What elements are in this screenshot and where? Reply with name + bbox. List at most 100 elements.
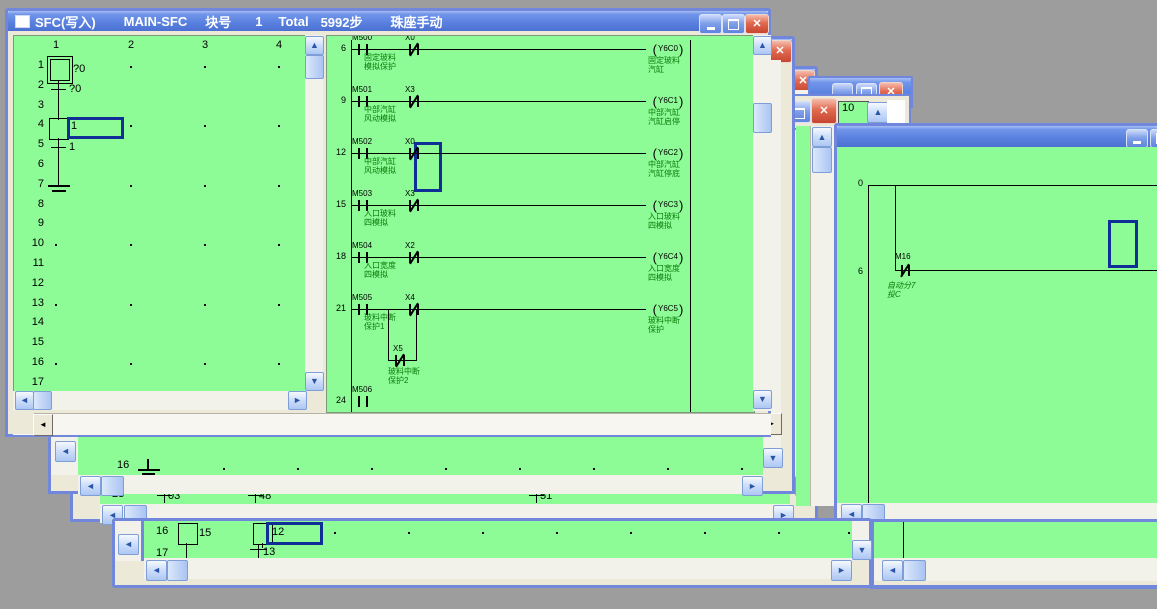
window6-hscrollbar-thumb[interactable]: [167, 560, 188, 581]
window-title-steps: 5992步: [321, 12, 363, 31]
grid-dot: [556, 532, 558, 534]
contact[interactable]: [407, 147, 422, 160]
sfc-hscrollbar-thumb[interactable]: [33, 391, 52, 410]
sfc-chart-pane: ?0 ?0 1 1 12341234567891011121314151617: [13, 35, 306, 393]
sfc-row-number: 8: [28, 199, 44, 210]
window5-vscrollbar-thumb[interactable]: [812, 147, 832, 173]
coil[interactable]: (Y6C0): [646, 41, 690, 57]
contact-label: X0: [405, 35, 415, 42]
spinner-up-button[interactable]: ▲: [867, 102, 889, 123]
contact-label: M503: [352, 190, 372, 198]
window6-scroll-down-button[interactable]: ▼: [852, 540, 872, 560]
sfc-column-header: 3: [202, 40, 208, 51]
ladder-vscrollbar-thumb[interactable]: [753, 103, 772, 133]
main-titlebar[interactable]: SFC(写入) MAIN-SFC 块号 1 Total 5992步 珠座手动: [8, 11, 768, 31]
block-number-spinbox[interactable]: 10: [838, 101, 869, 124]
sfc-transition-tick[interactable]: [51, 147, 66, 148]
scroll-up-icon: ▲: [758, 41, 767, 50]
sfc-step[interactable]: [178, 523, 198, 545]
grid-dot: [278, 304, 280, 306]
main-close-button[interactable]: ✕: [745, 14, 769, 34]
device-comment: 玻料中断 保护1: [364, 313, 396, 331]
window5-close-button[interactable]: ✕: [811, 98, 837, 124]
coil[interactable]: (Y6C3): [646, 197, 690, 213]
coil[interactable]: (Y6C1): [646, 93, 690, 109]
sfc-column-header: 2: [128, 40, 134, 51]
grid-dot: [408, 532, 410, 534]
ladder-vscrollbar-track[interactable]: [753, 35, 771, 411]
contact[interactable]: [356, 395, 371, 408]
main-scroll-left-button[interactable]: ◄: [33, 414, 53, 436]
main-hscrollbar-gutter: [13, 413, 34, 434]
window7-scroll-left-button[interactable]: ◄: [882, 560, 903, 581]
sfc-scroll-right-button[interactable]: ►: [288, 391, 307, 410]
ladder-scroll-down-button[interactable]: ▼: [753, 390, 772, 409]
zoom-hscrollbar-track[interactable]: [837, 503, 1157, 522]
window2-scroll-left-button[interactable]: ◄: [80, 476, 101, 496]
device-comment: 入口玻料 四模拟: [648, 212, 680, 230]
sfc-transition-tick[interactable]: [51, 89, 66, 90]
window2-scroll-right-button[interactable]: ►: [742, 476, 763, 496]
contact-label: M502: [352, 138, 372, 146]
contact-label: X3: [405, 86, 415, 94]
sfc-row-number: 1: [28, 60, 44, 71]
main-maximize-button[interactable]: [722, 14, 745, 34]
sfc-vscrollbar-track[interactable]: [305, 35, 323, 391]
ladder-left-rail: [351, 40, 352, 412]
window-title-app: SFC(写入): [35, 12, 96, 31]
window2-hscrollbar-track[interactable]: [78, 475, 763, 494]
contact-bar: [358, 148, 360, 159]
scroll-up-icon: ▲: [310, 41, 319, 50]
contact-label: X4: [405, 294, 415, 302]
window5-scroll-up-button[interactable]: ▲: [812, 127, 832, 147]
main-minimize-button[interactable]: [699, 14, 722, 34]
window5-vscrollbar-track[interactable]: [810, 126, 834, 506]
sfc-scroll-down-button[interactable]: ▼: [305, 372, 324, 391]
grid-dot: [204, 66, 206, 68]
window-zoom-titlebar[interactable]: [837, 126, 1157, 147]
window6-hscrollbar-track[interactable]: [144, 558, 852, 579]
coil[interactable]: (Y6C2): [646, 145, 690, 161]
window2-hscrollbar-thumb[interactable]: [101, 476, 124, 496]
contact-label: M501: [352, 86, 372, 94]
zoom-minimize-button[interactable]: [1126, 129, 1148, 148]
rung-number: 0: [858, 179, 863, 188]
coil[interactable]: (Y6C4): [646, 249, 690, 265]
sfc-row-number: 6: [28, 159, 44, 170]
sfc-hscrollbar-track[interactable]: [13, 391, 305, 410]
contact[interactable]: [393, 354, 408, 367]
sfc-scroll-up-button[interactable]: ▲: [305, 36, 324, 55]
window6-pane-scroll-left-button[interactable]: ◄: [118, 534, 139, 555]
sfc-initial-step[interactable]: [50, 59, 70, 81]
contact[interactable]: [899, 263, 913, 278]
grid-dot: [204, 185, 206, 187]
coil-label: Y6C4: [658, 253, 678, 261]
main-hscrollbar-track[interactable]: [13, 413, 771, 435]
contact[interactable]: [407, 251, 422, 264]
window7-hscrollbar-thumb[interactable]: [903, 560, 926, 581]
sfc-step[interactable]: [49, 118, 69, 140]
coil-label: Y6C5: [658, 305, 678, 313]
device-comment: 固定玻料 汽缸: [648, 56, 680, 74]
sfc-row-number: 5: [28, 139, 44, 150]
window6-scroll-right-button[interactable]: ►: [831, 560, 852, 581]
contact[interactable]: [407, 95, 422, 108]
sfc-scroll-left-button[interactable]: ◄: [15, 391, 34, 410]
contact[interactable]: [407, 199, 422, 212]
contact[interactable]: [407, 43, 422, 56]
contact[interactable]: [407, 303, 422, 316]
branch-line: [388, 309, 389, 360]
window2-pane-scroll-left-button[interactable]: ◄: [55, 441, 76, 462]
sfc-column-header: 4: [276, 40, 282, 51]
ladder-scroll-up-button[interactable]: ▲: [753, 36, 772, 55]
rung-number: 6: [858, 267, 863, 276]
app-icon: [15, 15, 30, 28]
window6-scroll-left-button[interactable]: ◄: [146, 560, 167, 581]
rung-line: [351, 309, 690, 310]
sfc-vscrollbar-thumb[interactable]: [305, 55, 324, 79]
window2-scroll-down-button[interactable]: ▼: [763, 448, 783, 468]
zoom-maximize-button[interactable]: [1150, 129, 1157, 148]
maximize-icon: [728, 19, 739, 30]
coil[interactable]: (Y6C5): [646, 301, 690, 317]
coil-paren-icon: ): [679, 43, 683, 56]
